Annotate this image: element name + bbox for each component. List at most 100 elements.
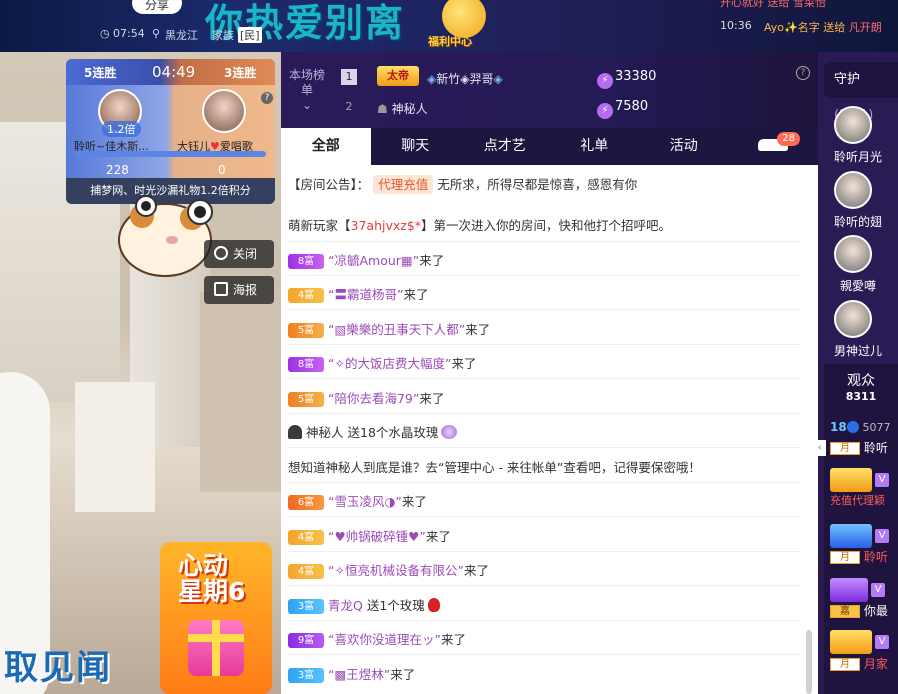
system-news-0: 开心就好 送给 雪菜怡 [720,0,826,9]
pk-right-avatar[interactable] [202,89,246,133]
rose-icon [427,598,440,612]
user-nick[interactable]: “雪玉凌风◑” [328,494,402,509]
entry-message: 6富 “雪玉凌风◑”来了 [288,491,800,510]
crown-badge [830,468,872,492]
pk-body [66,85,275,178]
welfare-center-link[interactable]: 福利中心 [428,33,472,49]
tab-all[interactable]: 全部 [281,128,371,165]
chat-tabs: 全部 聊天 点才艺 礼单 活动 28 [281,128,818,165]
rank-help-icon[interactable]: ? [796,66,810,80]
audience-item[interactable]: 嘉 你最 [830,602,898,619]
pk-multiplier-badge: 1.2倍 [102,121,141,137]
poster-button[interactable]: 海报 [204,276,274,304]
crystal-rose-icon [441,425,458,439]
audience-count: 8311 [845,390,877,403]
audience-item[interactable]: V [830,524,898,548]
entry-message: 8富 “✧的大饭店费大幅度”来了 [288,353,800,372]
guard-member[interactable]: 聆听的翅 [818,171,898,230]
room-shelf [75,382,155,512]
rank-score: ⚡ 33380 [597,69,656,89]
user-nick[interactable]: “陪你去看海79” [328,391,419,406]
stream-time: 07:54 [113,27,145,40]
entry-message: 4富 “✧恒亮机械设备有限公”来了 [288,560,800,579]
pk-progress-bar [76,151,266,157]
crown-badge: 太帝 [377,66,419,86]
guard-member[interactable]: 男神过儿 [818,300,898,359]
tab-request-song[interactable]: 点才艺 [460,128,550,165]
rank-score: ⚡ 7580 [597,99,648,119]
audience-item[interactable]: 充值代理颖 [830,492,898,508]
pk-help-icon[interactable]: ? [261,92,273,104]
wealth-level-badge: 9富 [288,633,324,648]
pk-left-streak: 5连胜 [84,66,117,80]
audience-item[interactable]: 月 聆听 [830,548,898,565]
wealth-level-badge: 8富 [288,357,324,372]
collapse-arrow-icon[interactable]: ‹ [818,440,826,456]
chevron-down-icon: ⌄ [301,98,313,112]
wealth-level-badge: 4富 [288,564,324,579]
pk-left-score: 228 [106,163,129,177]
wealth-level-badge: 5富 [288,392,324,407]
pk-timer: 04:49 [152,63,196,81]
user-nick[interactable]: “喜欢你没道理在ッ” [328,632,441,647]
audience-item[interactable]: 18 5077 [830,420,898,434]
entry-message: 4富 “〓霸道杨哥”来了 [288,284,800,303]
user-nick[interactable]: “凉毓Amour▦” [328,253,419,268]
entry-message: 5富 “陪你去看海79”来了 [288,388,800,407]
system-news-time: 10:36 [720,19,752,32]
user-nick[interactable]: “〓霸道杨哥” [328,287,403,302]
location-icon: ⚲ [152,27,161,40]
gift-sender[interactable]: 神秘人 [306,425,344,440]
tab-gift-list[interactable]: 礼单 [550,128,640,165]
entry-message: 3富 “▩王煜林”来了 [288,664,800,683]
wealth-level-badge: 4富 [288,288,324,303]
entry-message: 4富 “♥帅锅破碎锺♥”来了 [288,526,800,545]
user-nick[interactable]: “▧樂樂的丑事天下人都” [328,322,465,337]
guard-member[interactable]: 聆听月光 [818,106,898,165]
newbie-name[interactable]: 37ahjvxz$* [351,218,422,233]
avatar [834,171,872,209]
wealth-level-badge: 6富 [288,495,324,510]
user-nick[interactable]: “✧的大饭店费大幅度” [328,356,451,371]
chat-scrollbar[interactable] [806,630,812,694]
gift-sender[interactable]: 青龙Q [328,598,363,613]
family-tag: [民] [238,27,262,43]
car-count-badge: 28 [777,132,800,146]
audience-item[interactable]: 月 月家 [830,655,898,672]
avatar [834,300,872,338]
promo-line2: 星期6 [178,577,246,606]
audience-item[interactable]: 月 聆听 [830,439,898,456]
banner-title: 你热爱别离 [205,1,406,45]
rank-panel: 本场榜单 ⌄ 1 太帝 ◈新竹◈羿哥◈ ⚡ 33380 2 ☗ 神秘人 ⚡ 7580 … [281,52,818,128]
share-button[interactable]: 分享 [132,0,182,14]
user-nick[interactable]: “▩王煜林” [328,667,390,682]
announcement-tag[interactable]: 代理充值 [373,175,434,194]
gift-message: 3富 青龙Q 送1个玫瑰 [288,595,800,614]
wealth-level-badge: 4富 [288,530,324,545]
wealth-level-badge: 5富 [288,323,324,338]
guard-header[interactable]: 守护(2/11) [824,62,898,123]
audience-title[interactable]: 观众 [824,370,898,390]
audience-item[interactable]: V [830,578,898,602]
tab-chat[interactable]: 聊天 [371,128,461,165]
rank-label: 本场榜单 ⌄ [288,68,325,112]
rank-row[interactable]: 2 ☗ 神秘人 ⚡ 7580 [341,92,811,122]
close-video-button[interactable]: 关闭 [204,240,274,268]
pk-right-streak: 3连胜 [224,66,257,80]
audience-item[interactable]: V [830,468,898,492]
ghost-icon [288,425,302,439]
user-nick[interactable]: “✧恒亮机械设备有限公” [328,563,464,578]
entry-message: 8富 “凉毓Amour▦”来了 [288,250,800,269]
rank-row[interactable]: 1 太帝 ◈新竹◈羿哥◈ ⚡ 33380 [341,62,811,92]
user-nick[interactable]: “♥帅锅破碎锺♥” [328,529,426,544]
tab-car[interactable]: 28 [729,128,819,165]
announcement: 【房间公告】： 代理充值 无所求，所得尽都是惊喜，感恩有你 [288,175,638,194]
tab-activity[interactable]: 活动 [639,128,729,165]
audience-panel: 观众 8311 ‹ 18 5077 月 聆听 V 充值代理颖 V 月 聆听 V … [818,364,898,694]
pk-progress-left [76,151,266,157]
audience-item[interactable]: V [830,630,898,654]
entry-message: 9富 “喜欢你没道理在ッ”来了 [288,629,800,648]
promo-banner[interactable]: 心动 星期6 [160,542,272,694]
pk-right-score: 0 [218,163,226,177]
guard-member[interactable]: 親愛噂 [818,235,898,294]
